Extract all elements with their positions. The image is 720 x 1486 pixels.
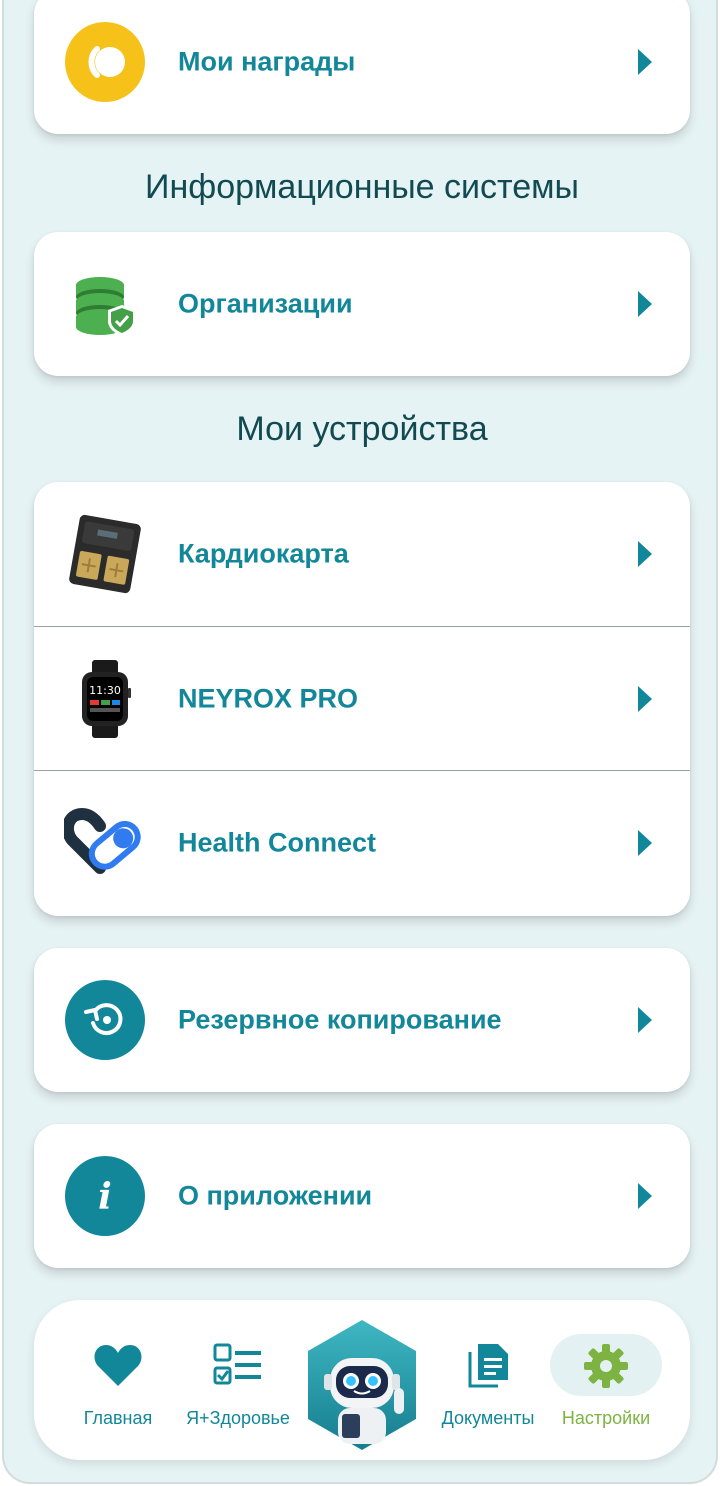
organizations-card: Организации xyxy=(34,232,690,376)
assistant-robot-button[interactable] xyxy=(304,1318,420,1452)
about-card: i О приложении xyxy=(34,1124,690,1268)
nav-tab-settings[interactable]: Настройки xyxy=(546,1330,666,1440)
chevron-right-icon xyxy=(638,1183,652,1209)
rewards-card: Мои награды xyxy=(34,0,690,134)
section-title-devices: Мои устройства xyxy=(236,410,488,448)
menu-item-rewards[interactable]: Мои награды xyxy=(34,0,690,134)
chevron-right-icon xyxy=(638,1007,652,1033)
info-icon: i xyxy=(64,1155,146,1237)
documents-icon xyxy=(466,1342,510,1395)
backup-card: Резервное копирование xyxy=(34,948,690,1092)
section-title-info-systems: Информационные системы xyxy=(145,168,579,206)
chevron-right-icon xyxy=(638,291,652,317)
menu-item-label: Кардиокарта xyxy=(178,538,349,569)
nav-tab-label: Я+Здоровье xyxy=(186,1408,290,1428)
nav-tab-health[interactable]: Я+Здоровье xyxy=(178,1330,298,1440)
health-connect-icon xyxy=(64,802,146,884)
chevron-right-icon xyxy=(638,829,652,856)
menu-item-health-connect[interactable]: Health Connect xyxy=(34,770,690,914)
menu-item-about[interactable]: i О приложении xyxy=(34,1124,690,1268)
chevron-right-icon xyxy=(638,49,652,75)
menu-item-backup[interactable]: Резервное копирование xyxy=(34,948,690,1092)
chevron-right-icon xyxy=(638,541,652,567)
devices-card: Кардиокарта 11:30 NEYROX PRO Health Conn… xyxy=(34,482,690,916)
menu-item-organizations[interactable]: Организации xyxy=(34,232,690,376)
menu-item-cardiocard[interactable]: Кардиокарта xyxy=(34,482,690,626)
menu-item-label: Health Connect xyxy=(178,827,377,857)
watch-time: 11:30 xyxy=(89,684,121,697)
smartwatch-icon: 11:30 xyxy=(64,658,146,740)
app-screen: Мои награды Информационные системы Орган… xyxy=(2,0,718,1484)
gear-icon xyxy=(582,1342,630,1395)
menu-item-label: Мои награды xyxy=(178,46,356,77)
chevron-right-icon xyxy=(638,685,652,712)
bottom-navigation: Главная Я+Здоровье Документы Настройки xyxy=(34,1300,690,1460)
menu-item-label: Резервное копирование xyxy=(178,1004,502,1035)
menu-item-label: Организации xyxy=(178,288,353,319)
database-shield-icon xyxy=(64,263,146,345)
menu-item-neyrox-pro[interactable]: 11:30 NEYROX PRO xyxy=(34,626,690,770)
backup-restore-icon xyxy=(64,979,146,1061)
menu-item-label: О приложении xyxy=(178,1180,373,1211)
rewards-icon xyxy=(64,21,146,103)
cardiocard-device-icon xyxy=(64,513,146,595)
svg-text:i: i xyxy=(98,1176,112,1218)
nav-tab-label: Настройки xyxy=(561,1408,651,1428)
menu-item-label: NEYROX PRO xyxy=(178,683,359,713)
checklist-icon xyxy=(213,1342,263,1393)
heart-icon xyxy=(93,1342,143,1393)
